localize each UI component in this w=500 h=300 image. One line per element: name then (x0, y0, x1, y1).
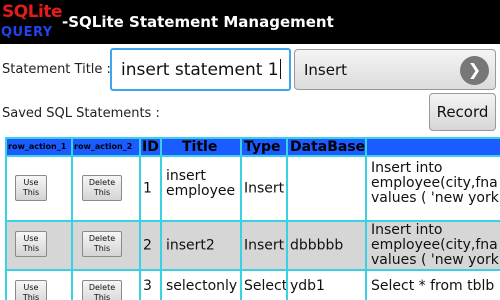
title-bar: SQLite QUERY -SQLite Statement Managemen… (0, 0, 500, 44)
statement-type-value: Insert (304, 61, 348, 79)
row-database: dbbbbb (290, 237, 344, 253)
row-id: 1 (143, 180, 152, 196)
row-title: selectonly (166, 278, 238, 294)
statement-title-label: Statement Title : (2, 62, 111, 77)
delete-this-button[interactable]: Delete This (82, 280, 122, 300)
row-type: Insert (244, 237, 285, 253)
column-header-type: Type (242, 139, 286, 155)
column-header-id: ID (141, 139, 160, 155)
row-title: insert2 (166, 237, 215, 253)
saved-statements-label: Saved SQL Statements : (2, 106, 160, 121)
column-header-statement (367, 139, 500, 155)
column-header-title: Title (162, 139, 240, 155)
use-this-button[interactable]: Use This (15, 175, 47, 201)
delete-this-button[interactable]: Delete This (82, 175, 122, 201)
row-title: insert employee (166, 168, 236, 199)
row-type: Insert (244, 180, 285, 196)
text-caret (279, 59, 281, 79)
row-id: 3 (143, 278, 152, 294)
row-database: ydb1 (290, 278, 325, 294)
use-this-button[interactable]: Use This (15, 231, 47, 257)
row-id: 2 (143, 237, 152, 253)
statement-type-select[interactable]: Insert ❯ (294, 49, 496, 90)
app-logo: SQLite QUERY (0, 0, 63, 44)
column-header-database: DataBase (288, 139, 365, 155)
statement-title-input[interactable]: insert statement 1 (110, 48, 291, 91)
column-header-row-action-2: row_action_2 (73, 139, 139, 155)
row-statement: Insert into employee(city,fna values ( '… (371, 222, 499, 268)
row-statement: Select * from tblb (371, 278, 495, 294)
statement-title-value: insert statement 1 (121, 60, 279, 80)
chevron-right-icon[interactable]: ❯ (460, 56, 489, 85)
column-header-row-action-1: row_action_1 (7, 139, 71, 155)
row-type: Select (244, 278, 286, 294)
record-button[interactable]: Record (429, 93, 496, 131)
saved-statements-table: row_action_1 row_action_2 ID Title Type … (5, 137, 500, 300)
logo-sqlite-text: SQLite (2, 2, 63, 22)
logo-query-text: QUERY (1, 25, 53, 40)
use-this-button[interactable]: Use This (15, 280, 47, 300)
delete-this-button[interactable]: Delete This (82, 231, 122, 257)
row-statement: Insert into employee(city,fna values ( '… (371, 160, 499, 206)
app-title: -SQLite Statement Management (62, 13, 334, 31)
